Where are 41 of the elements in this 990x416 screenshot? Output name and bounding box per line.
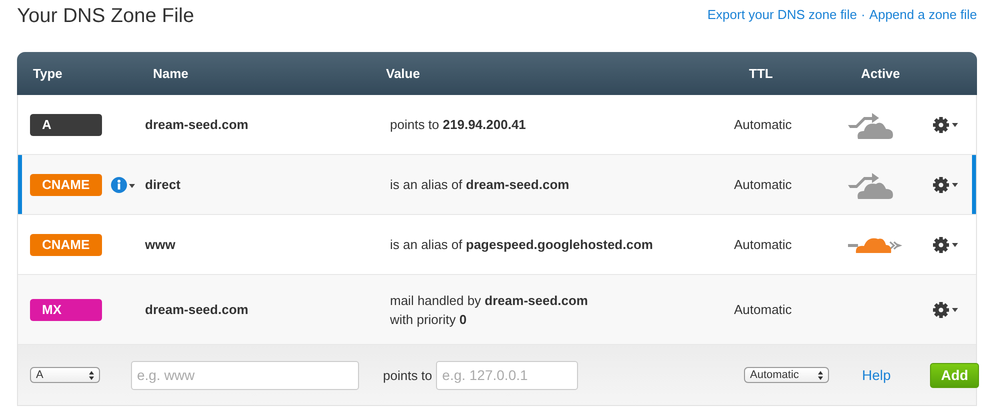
link-separator: · [860, 7, 866, 22]
column-header: Type [32, 66, 64, 81]
stepper-arrows-icon [89, 370, 94, 380]
settings-dropdown-icon[interactable] [933, 300, 959, 318]
page-title: Your DNS Zone File [17, 5, 194, 28]
info-dropdown-icon[interactable] [111, 176, 135, 192]
record-row[interactable]: CNAME direct is an alias of dream-seed.com Automatic [18, 155, 976, 215]
record-name: dream-seed.com [144, 117, 248, 132]
header-link[interactable]: Export your DNS zone file [707, 7, 857, 22]
type-select[interactable]: A [30, 367, 100, 383]
header-link[interactable]: Append a zone file [869, 7, 977, 22]
type-badge: MX [30, 298, 102, 320]
column-header: Value [386, 66, 421, 81]
record-value: with priority 0 [390, 312, 467, 326]
record-name: www [144, 237, 176, 252]
record-name: direct [144, 177, 180, 192]
record-value: mail handled by dream-seed.com [390, 292, 588, 308]
record-ttl: Automatic [734, 237, 792, 252]
type-badge: CNAME [30, 234, 102, 256]
help-link[interactable]: Help [862, 367, 891, 383]
settings-dropdown-icon[interactable] [933, 176, 959, 194]
record-name: dream-seed.com [144, 302, 248, 317]
record-value: points to 219.94.200.41 [390, 117, 526, 132]
column-header: Active [860, 66, 902, 81]
value-input-field[interactable]: e.g. 127.0.0.1 [436, 360, 578, 390]
type-badge: A [30, 114, 102, 136]
ttl-select[interactable]: Automatic [744, 367, 829, 383]
record-value: is an alias of pagespeed.googlehosted.com [390, 237, 653, 252]
stepper-arrows-icon [818, 370, 823, 380]
record-ttl: Automatic [734, 302, 792, 317]
settings-dropdown-icon[interactable] [933, 236, 959, 254]
value-label: points to [383, 368, 432, 382]
name-input-field[interactable]: e.g. www [131, 360, 359, 390]
record-value: is an alias of dream-seed.com [390, 177, 570, 192]
record-ttl: Automatic [734, 117, 792, 132]
column-header: Name [152, 66, 190, 81]
record-row[interactable]: MX dream-seed.com mail handled by dream-seed.com with priority 0 Automatic [18, 275, 976, 345]
record-ttl: Automatic [734, 177, 792, 192]
settings-dropdown-icon[interactable] [933, 116, 959, 134]
column-header: TTL [748, 66, 774, 81]
type-badge: CNAME [30, 174, 102, 196]
